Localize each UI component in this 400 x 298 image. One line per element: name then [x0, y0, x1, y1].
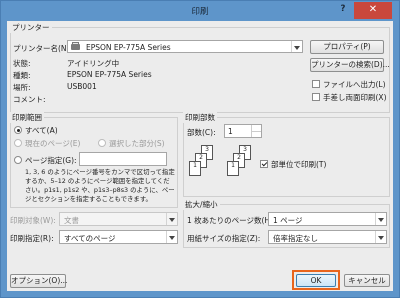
- dialog-body: プリンター プリンター名(N): EPSON EP-775A Series プロ…: [7, 21, 393, 291]
- close-button[interactable]: ✕: [354, 2, 392, 19]
- spin-down-icon[interactable]: [251, 131, 261, 137]
- manual-duplex-label: 手差し両面印刷(X): [323, 93, 387, 102]
- chevron-down-icon: [291, 41, 302, 52]
- range-all-radio[interactable]: [14, 126, 22, 134]
- collate-checkbox[interactable]: [260, 160, 268, 168]
- printer-group-title: プリンター: [10, 22, 52, 33]
- where-label: 場所:: [13, 83, 31, 92]
- print-what-select[interactable]: 文書: [59, 212, 178, 226]
- scale-label: 用紙サイズの指定(Z):: [187, 234, 261, 243]
- print-spec-value: すべてのページ: [64, 234, 116, 243]
- range-all-label: すべて(A): [25, 126, 58, 135]
- options-button[interactable]: オプション(O)...: [10, 274, 67, 288]
- print-what-label: 印刷対象(W):: [10, 216, 56, 225]
- print-to-file-checkbox[interactable]: [312, 80, 320, 88]
- type-value: EPSON EP-775A Series: [67, 70, 152, 79]
- printer-name-label: プリンター名(N):: [13, 44, 72, 53]
- title-bar: 印刷 ? ✕: [1, 1, 399, 21]
- where-value: USB001: [67, 82, 97, 91]
- collate-sheet: 1: [189, 161, 201, 176]
- find-printer-button[interactable]: プリンターの検索(D)...: [310, 58, 390, 72]
- range-selection-label: 選択した部分(S): [109, 139, 165, 148]
- pages-input[interactable]: [79, 152, 167, 166]
- properties-button[interactable]: プロパティ(P): [310, 40, 384, 54]
- status-label: 状態:: [13, 59, 31, 68]
- range-pages-label: ページ指定(G):: [25, 156, 77, 165]
- copies-title: 印刷部数: [183, 112, 217, 123]
- range-pages-radio[interactable]: [14, 156, 22, 164]
- printer-name-value: EPSON EP-775A Series: [86, 43, 171, 52]
- printer-paper-icon: [72, 42, 79, 45]
- chevron-down-icon: [166, 231, 177, 243]
- ok-button[interactable]: OK: [296, 274, 336, 287]
- range-selection-radio[interactable]: [98, 139, 106, 147]
- print-range-title: 印刷範囲: [10, 112, 44, 123]
- print-spec-label: 印刷指定(R):: [10, 234, 54, 243]
- scale-value: 倍率指定なし: [273, 234, 318, 243]
- pages-per-sheet-select[interactable]: 1 ページ: [268, 212, 387, 226]
- copies-count-input[interactable]: 1: [224, 124, 262, 138]
- cancel-button[interactable]: キャンセル: [344, 274, 390, 287]
- scale-select[interactable]: 倍率指定なし: [268, 230, 387, 244]
- range-current-radio[interactable]: [14, 139, 22, 147]
- print-dialog: 印刷 ? ✕ プリンター プリンター名(N): EPSON EP-775A Se…: [0, 0, 400, 298]
- print-to-file-label: ファイルへ出力(L): [323, 80, 386, 89]
- copies-count-label: 部数(C):: [187, 128, 216, 137]
- copies-count-value: 1: [228, 127, 233, 136]
- zoom-title: 拡大/縮小: [183, 199, 220, 210]
- printer-name-select[interactable]: EPSON EP-775A Series: [67, 40, 303, 53]
- print-spec-select[interactable]: すべてのページ: [59, 230, 178, 244]
- collate-sheet: 1: [227, 161, 239, 176]
- pages-help-text: 1, 3, 6 のようにページ番号をカンマで区切って指定するか、5–12 のよう…: [25, 168, 175, 203]
- status-value: アイドリング中: [67, 59, 120, 68]
- range-current-label: 現在のページ(E): [25, 139, 81, 148]
- collate-label: 部単位で印刷(T): [271, 160, 327, 169]
- chevron-down-icon: [375, 213, 386, 225]
- print-what-value: 文書: [64, 216, 79, 225]
- chevron-down-icon: [375, 231, 386, 243]
- comment-label: コメント:: [13, 95, 46, 104]
- collate-illustration: 3 2 1 3 2 1: [189, 145, 259, 191]
- help-button[interactable]: ?: [337, 4, 349, 16]
- type-label: 種類:: [13, 71, 31, 80]
- chevron-down-icon: [166, 213, 177, 225]
- pages-per-sheet-label: 1 枚あたりのページ数(H):: [187, 216, 276, 225]
- pages-per-sheet-value: 1 ページ: [273, 216, 303, 225]
- manual-duplex-checkbox[interactable]: [312, 93, 320, 101]
